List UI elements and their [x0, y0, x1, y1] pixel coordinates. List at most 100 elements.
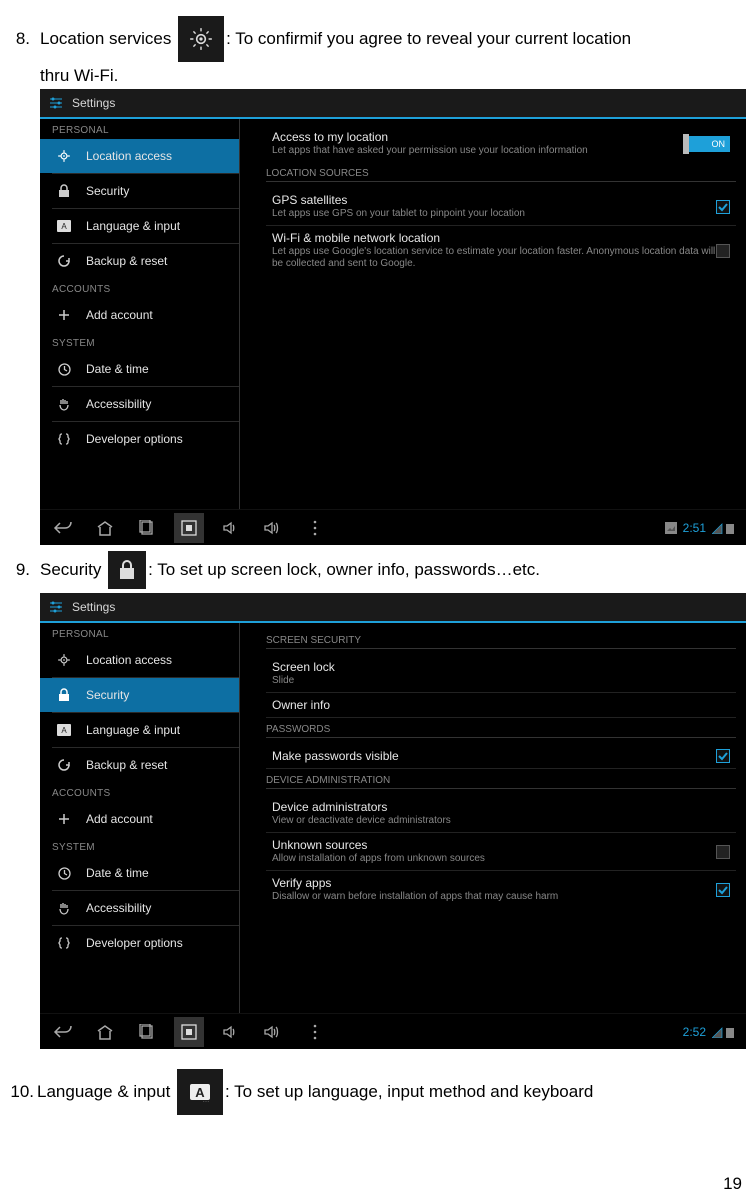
item-text-post: : To confirmif you agree to reveal your …	[226, 29, 631, 49]
settings-sliders-icon	[48, 600, 64, 614]
checkbox-unchecked[interactable]	[716, 845, 730, 859]
plus-icon	[56, 811, 72, 827]
status-clock: 2:52	[683, 1025, 706, 1039]
checkbox-checked[interactable]	[716, 883, 730, 897]
sidebar-item-backup[interactable]: Backup & reset	[40, 244, 239, 278]
crosshair-icon	[56, 652, 72, 668]
row-title: Unknown sources	[272, 838, 716, 852]
row-passwords-visible[interactable]: Make passwords visible	[266, 744, 736, 769]
sidebar-cat-personal: PERSONAL	[40, 119, 239, 139]
volume-down-icon[interactable]	[216, 513, 246, 543]
signal-battery-icon	[712, 522, 738, 534]
sidebar-item-language[interactable]: A Language & input	[40, 209, 239, 243]
menu-dots-icon[interactable]	[300, 1017, 330, 1047]
detail-cat-device-admin: DEVICE ADMINISTRATION	[266, 769, 736, 789]
sidebar-cat-accounts: ACCOUNTS	[40, 278, 239, 298]
svg-text:…: …	[203, 1097, 210, 1104]
back-icon[interactable]	[48, 513, 78, 543]
sidebar-item-label: Accessibility	[86, 901, 151, 915]
row-access-location[interactable]: Access to my location Let apps that have…	[266, 125, 736, 162]
row-title: Owner info	[272, 698, 730, 712]
checkbox-checked[interactable]	[716, 200, 730, 214]
settings-titlebar: Settings	[40, 89, 746, 119]
sidebar-item-language[interactable]: A Language & input	[40, 713, 239, 747]
row-wifi-location[interactable]: Wi-Fi & mobile network location Let apps…	[266, 226, 736, 275]
settings-title: Settings	[72, 600, 115, 614]
sidebar-item-add-account[interactable]: Add account	[40, 802, 239, 836]
sidebar-item-label: Backup & reset	[86, 254, 167, 268]
row-title: Screen lock	[272, 660, 730, 674]
sidebar-item-label: Security	[86, 688, 129, 702]
sidebar-item-label: Location access	[86, 149, 172, 163]
volume-down-icon[interactable]	[216, 1017, 246, 1047]
row-owner-info[interactable]: Owner info	[266, 693, 736, 718]
clock-icon	[56, 361, 72, 377]
lock-icon	[56, 183, 72, 199]
detail-cat-screen-security: SCREEN SECURITY	[266, 629, 736, 649]
detail-cat-sources: LOCATION SOURCES	[266, 162, 736, 182]
volume-up-icon[interactable]	[258, 1017, 288, 1047]
sidebar-item-developer[interactable]: Developer options	[40, 926, 239, 960]
sidebar-item-label: Date & time	[86, 866, 149, 880]
signal-battery-icon	[712, 1026, 738, 1038]
row-title: Verify apps	[272, 876, 716, 890]
gallery-status-icon	[665, 522, 677, 534]
sidebar-item-developer[interactable]: Developer options	[40, 422, 239, 456]
sidebar-item-label: Developer options	[86, 936, 183, 950]
crosshair-icon	[56, 148, 72, 164]
toggle-on[interactable]: ON	[686, 136, 730, 152]
item-text-post: : To set up language, input method and k…	[225, 1082, 593, 1102]
row-screen-lock[interactable]: Screen lock Slide	[266, 655, 736, 693]
row-unknown-sources[interactable]: Unknown sources Allow installation of ap…	[266, 833, 736, 871]
sidebar-item-datetime[interactable]: Date & time	[40, 856, 239, 890]
menu-dots-icon[interactable]	[300, 513, 330, 543]
row-gps[interactable]: GPS satellites Let apps use GPS on your …	[266, 188, 736, 226]
settings-title: Settings	[72, 96, 115, 110]
recent-apps-icon[interactable]	[132, 1017, 162, 1047]
sidebar-item-label: Developer options	[86, 432, 183, 446]
checkbox-checked[interactable]	[716, 749, 730, 763]
row-title: Device administrators	[272, 800, 730, 814]
row-verify-apps[interactable]: Verify apps Disallow or warn before inst…	[266, 871, 736, 908]
location-services-icon	[178, 16, 224, 62]
home-icon[interactable]	[90, 1017, 120, 1047]
sidebar-item-backup[interactable]: Backup & reset	[40, 748, 239, 782]
back-icon[interactable]	[48, 1017, 78, 1047]
security-lock-icon	[108, 551, 146, 589]
sidebar-item-security[interactable]: Security	[40, 174, 239, 208]
recent-apps-icon[interactable]	[132, 513, 162, 543]
row-subtitle: Let apps that have asked your permission…	[272, 145, 686, 157]
sidebar-item-label: Language & input	[86, 723, 180, 737]
plus-icon	[56, 307, 72, 323]
settings-sidebar: PERSONAL Location access Security A Lang…	[40, 119, 240, 509]
row-title: Wi-Fi & mobile network location	[272, 231, 716, 245]
item-text-pre: Language & input	[37, 1082, 170, 1102]
row-subtitle: Disallow or warn before installation of …	[272, 891, 716, 903]
sidebar-item-accessibility[interactable]: Accessibility	[40, 387, 239, 421]
detail-pane-security: SCREEN SECURITY Screen lock Slide Owner …	[240, 623, 746, 1013]
sidebar-item-accessibility[interactable]: Accessibility	[40, 891, 239, 925]
list-item-10: 10. Language & input A… : To set up lang…	[8, 1069, 748, 1115]
volume-up-icon[interactable]	[258, 513, 288, 543]
sidebar-item-location[interactable]: Location access	[40, 139, 239, 173]
sidebar-item-location[interactable]: Location access	[40, 643, 239, 677]
sidebar-item-label: Date & time	[86, 362, 149, 376]
row-title: Make passwords visible	[272, 749, 716, 763]
sidebar-item-label: Backup & reset	[86, 758, 167, 772]
sidebar-item-datetime[interactable]: Date & time	[40, 352, 239, 386]
list-item-8: 8. Location services : To confirmif you …	[8, 16, 748, 62]
checkbox-unchecked[interactable]	[716, 244, 730, 258]
screenshot-icon[interactable]	[174, 1017, 204, 1047]
sidebar-item-security[interactable]: Security	[40, 678, 239, 712]
row-subtitle: View or deactivate device administrators	[272, 815, 730, 827]
settings-titlebar: Settings	[40, 593, 746, 623]
clock-icon	[56, 865, 72, 881]
home-icon[interactable]	[90, 513, 120, 543]
sidebar-item-label: Location access	[86, 653, 172, 667]
sidebar-item-add-account[interactable]: Add account	[40, 298, 239, 332]
backup-icon	[56, 757, 72, 773]
screenshot-icon[interactable]	[174, 513, 204, 543]
keyboard-a-icon: A	[56, 218, 72, 234]
screenshot-location-settings: Settings PERSONAL Location access Securi…	[40, 89, 746, 545]
row-device-admins[interactable]: Device administrators View or deactivate…	[266, 795, 736, 833]
